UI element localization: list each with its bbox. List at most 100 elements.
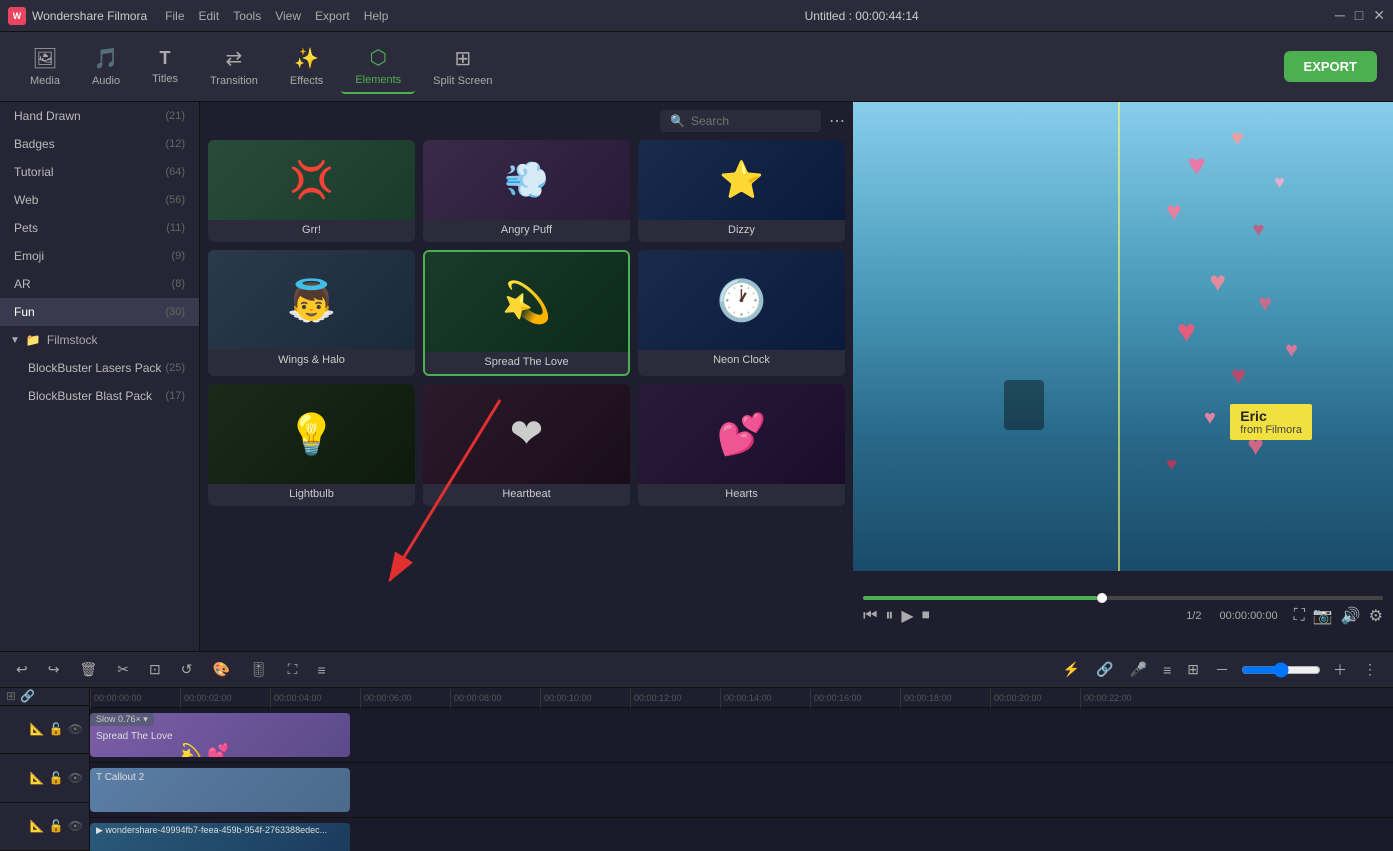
toolbar-titles[interactable]: T Titles — [138, 42, 192, 91]
element-label-grr: Grr! — [208, 220, 415, 242]
track-video-resolution-icon[interactable]: 📐 — [30, 819, 45, 833]
timeline-crop[interactable]: ⊡ — [145, 659, 165, 680]
timeline-zoom-out[interactable]: － — [1211, 658, 1233, 682]
element-card-neon-clock[interactable]: 🕐 Neon Clock — [638, 250, 845, 376]
timeline-redo[interactable]: ↪ — [44, 659, 64, 680]
element-thumb-dizzy: ⭐ — [638, 140, 845, 220]
sidebar-filmstock-label: Filmstock — [47, 333, 98, 347]
menu-tools[interactable]: Tools — [233, 9, 261, 23]
sidebar-item-tutorial[interactable]: Tutorial (64) — [0, 158, 199, 186]
grid-options-icon[interactable]: ⋯ — [829, 111, 845, 131]
timeline-rotate[interactable]: ↺ — [177, 659, 197, 680]
menu-view[interactable]: View — [275, 9, 301, 23]
minimize-button[interactable]: ─ — [1335, 7, 1345, 24]
track-video-eye-icon[interactable]: 👁 — [68, 819, 83, 833]
track-title-resolution-icon[interactable]: 📐 — [30, 771, 45, 785]
timeline-cut[interactable]: ✂ — [113, 659, 133, 680]
timeline-mic[interactable]: 🎤 — [1126, 659, 1151, 680]
window-title: Untitled : 00:00:44:14 — [805, 9, 919, 23]
volume-button[interactable]: 🔊 — [1341, 606, 1361, 626]
add-track-icon[interactable]: ⊞ — [6, 689, 16, 703]
toolbar-splitscreen[interactable]: ⊞ Split Screen — [419, 40, 506, 93]
preview-play[interactable]: ⏸ — [885, 607, 893, 625]
timeline-delete[interactable]: 🗑 — [75, 659, 101, 680]
menu-edit[interactable]: Edit — [199, 9, 220, 23]
timeline-zoom-slider[interactable] — [1241, 662, 1321, 678]
track-body-video[interactable]: ▶ wondershare-49994fb7-feea-459b-954f-27… — [90, 818, 1393, 851]
sidebar-item-emoji[interactable]: Emoji (9) — [0, 242, 199, 270]
screenshot-button[interactable]: 📷 — [1313, 606, 1333, 626]
menu-export[interactable]: Export — [315, 9, 350, 23]
timeline-link[interactable]: 🔗 — [1092, 659, 1117, 680]
timeline-color[interactable]: 🎨 — [208, 659, 233, 680]
track-element-eye-icon[interactable]: 👁 — [68, 722, 83, 736]
menu-help[interactable]: Help — [364, 9, 389, 23]
track-body-element[interactable]: Slow 0.76× ▾ Spread The Love 💫 💕 — [90, 708, 1393, 762]
toolbar-transition[interactable]: ⇄ Transition — [196, 40, 272, 93]
close-button[interactable]: ✕ — [1373, 7, 1385, 24]
track-row-title: T Callout 2 — [90, 763, 1393, 818]
toolbar-effects[interactable]: ✨ Effects — [276, 40, 337, 93]
timeline-audio-adjust[interactable]: 🎚 — [246, 659, 272, 680]
sidebar-item-ar[interactable]: AR (8) — [0, 270, 199, 298]
track-row-element: Slow 0.76× ▾ Spread The Love 💫 💕 — [90, 708, 1393, 763]
element-card-hearts[interactable]: 💕 Hearts — [638, 384, 845, 506]
element-card-grr[interactable]: 💢 Grr! — [208, 140, 415, 242]
preview-skip-back[interactable]: ⏮ — [863, 607, 877, 625]
export-button[interactable]: EXPORT — [1284, 51, 1377, 82]
track-video-lock-icon[interactable]: 🔓 — [49, 819, 64, 833]
elements-label: Elements — [355, 74, 401, 86]
timeline-more[interactable]: ⋮ — [1359, 659, 1381, 680]
progress-thumb[interactable] — [1097, 593, 1107, 603]
track-title-lock-icon[interactable]: 🔓 — [49, 771, 64, 785]
sidebar-item-lasers[interactable]: BlockBuster Lasers Pack (25) — [0, 354, 199, 382]
element-thumb-heartbeat: ❤ — [423, 384, 630, 484]
timeline-subtitle[interactable]: ≡ — [1159, 660, 1175, 680]
ruler-marks: 00:00:00:00 00:00:02:00 00:00:04:00 00:0… — [90, 688, 1170, 707]
toolbar-elements[interactable]: ⬡ Elements — [341, 39, 415, 94]
track-element-lock-icon[interactable]: 🔓 — [49, 722, 64, 736]
timeline-content: ⊞ 🔗 📐 🔓 👁 📐 🔓 👁 📐 🔓 👁 — [0, 688, 1393, 851]
sidebar-item-web[interactable]: Web (56) — [0, 186, 199, 214]
maximize-button[interactable]: □ — [1355, 7, 1363, 24]
timeline-undo[interactable]: ↩ — [12, 659, 32, 680]
toolbar-audio[interactable]: 🎵 Audio — [78, 40, 134, 93]
progress-bar[interactable] — [863, 596, 1383, 600]
sidebar-item-hand-drawn[interactable]: Hand Drawn (21) — [0, 102, 199, 130]
sidebar-item-fun[interactable]: Fun (30) — [0, 298, 199, 326]
timeline-filter[interactable]: ≡ — [313, 660, 329, 680]
element-card-angry-puff[interactable]: 💨 Angry Puff — [423, 140, 630, 242]
element-card-spread-love[interactable]: 💫 Spread The Love — [423, 250, 630, 376]
preview-skip-forward[interactable]: ▶ — [901, 606, 913, 626]
element-card-heartbeat[interactable]: ❤ Heartbeat — [423, 384, 630, 506]
timeline-caption[interactable]: ⊞ — [1183, 659, 1203, 680]
clip-callout[interactable]: T Callout 2 — [90, 768, 350, 812]
fullscreen-button[interactable]: ⛶ — [1294, 606, 1305, 626]
timeline-snap[interactable]: ⚡ — [1059, 659, 1084, 680]
element-card-dizzy[interactable]: ⭐ Dizzy — [638, 140, 845, 242]
preview-stop[interactable]: ⏹ — [922, 607, 930, 625]
sidebar-item-blast[interactable]: BlockBuster Blast Pack (17) — [0, 382, 199, 410]
element-card-lightbulb[interactable]: 💡 Lightbulb — [208, 384, 415, 506]
link-track-icon[interactable]: 🔗 — [20, 689, 35, 703]
settings-button[interactable]: ⚙ — [1369, 606, 1383, 626]
clip-spread-love[interactable]: Slow 0.76× ▾ Spread The Love 💫 💕 — [90, 713, 350, 757]
track-element-resolution-icon[interactable]: 📐 — [30, 722, 45, 736]
element-label-angry-puff: Angry Puff — [423, 220, 630, 242]
search-input[interactable] — [691, 114, 811, 128]
track-title-eye-icon[interactable]: 👁 — [68, 771, 83, 785]
element-card-wings-halo[interactable]: 👼 Wings & Halo — [208, 250, 415, 376]
clip-video[interactable]: ▶ wondershare-49994fb7-feea-459b-954f-27… — [90, 823, 350, 851]
sidebar-item-badges[interactable]: Badges (12) — [0, 130, 199, 158]
track-body-title[interactable]: T Callout 2 — [90, 763, 1393, 817]
timeline-fullscreen[interactable]: ⛶ — [284, 659, 302, 680]
menu-file[interactable]: File — [165, 9, 184, 23]
toolbar-media[interactable]: 🖼 Media — [16, 40, 74, 93]
sidebar-item-pets[interactable]: Pets (11) — [0, 214, 199, 242]
timeline-zoom-in[interactable]: ＋ — [1329, 658, 1351, 682]
sidebar-count-emoji: (9) — [172, 250, 185, 262]
sidebar-section-filmstock[interactable]: ▼ 📁 Filmstock — [0, 326, 199, 354]
search-box[interactable]: 🔍 — [660, 110, 821, 132]
ruler-10: 00:00:10:00 — [540, 688, 630, 708]
sidebar-label-lasers: BlockBuster Lasers Pack — [28, 361, 161, 375]
